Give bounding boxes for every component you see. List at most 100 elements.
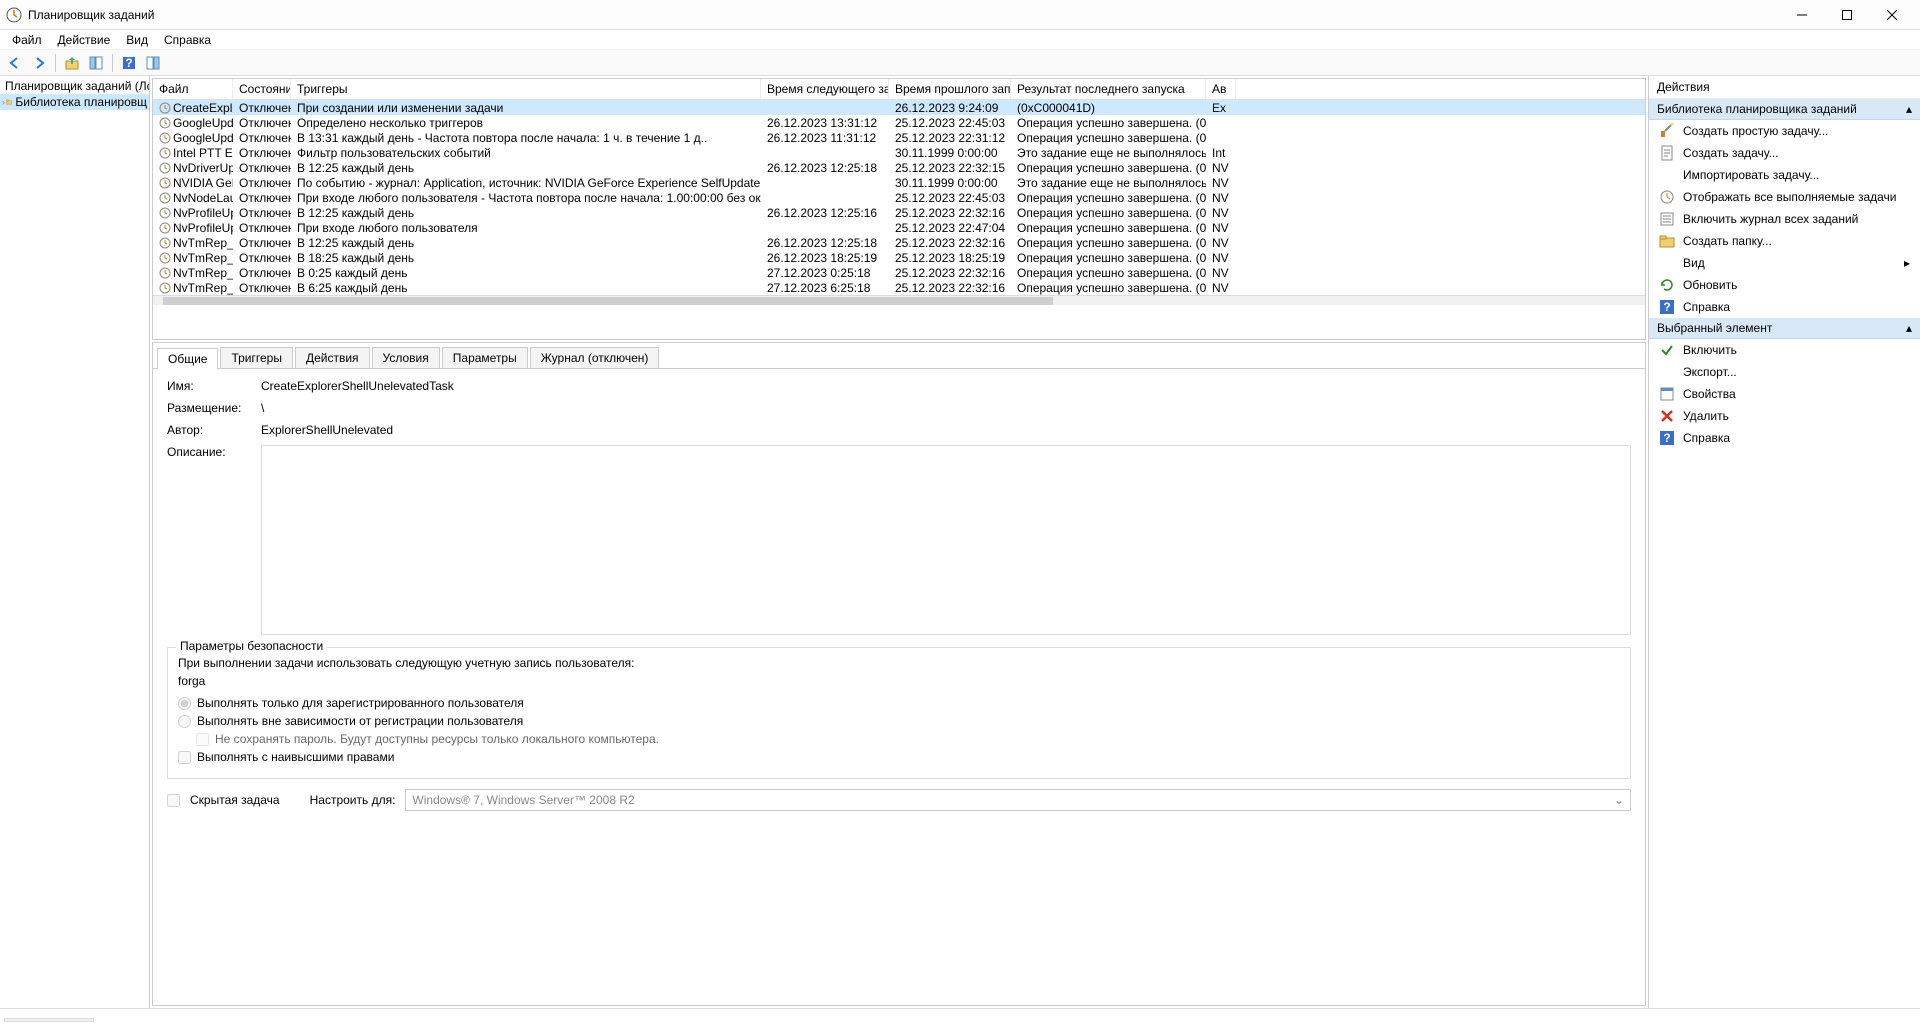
action-item[interactable]: ?Справка [1649, 296, 1920, 318]
col-state[interactable]: Состояние [233, 79, 291, 99]
location-label: Размещение: [167, 401, 261, 415]
task-list[interactable]: Файл Состояние Триггеры Время следующего… [152, 78, 1646, 340]
action-item[interactable]: ?Справка [1649, 427, 1920, 449]
table-row[interactable]: CreateExplor...ОтключеноПри создании или… [153, 100, 1645, 115]
collapse-icon[interactable]: ▴ [1906, 102, 1912, 116]
action-item[interactable]: Экспорт... [1649, 361, 1920, 383]
table-row[interactable]: NvTmRep_C...ОтключеноВ 12:25 каждый день… [153, 235, 1645, 250]
author-value: ExplorerShellUnelevated [261, 423, 1631, 437]
security-line: При выполнении задачи использовать следу… [178, 656, 1620, 670]
tab-general[interactable]: Общие [157, 348, 218, 369]
list-icon [1659, 211, 1675, 227]
table-row[interactable]: NvProfileUp...ОтключеноВ 12:25 каждый де… [153, 205, 1645, 220]
tab-settings[interactable]: Параметры [442, 347, 528, 368]
configure-value: Windows® 7, Windows Server™ 2008 R2 [412, 793, 634, 807]
radio-logged-on-label: Выполнять только для зарегистрированного… [197, 696, 524, 710]
cell-name: GoogleUpda... [153, 116, 233, 130]
horizontal-scrollbar[interactable] [153, 295, 1645, 305]
description-label: Описание: [167, 445, 261, 635]
back-button[interactable] [4, 52, 26, 74]
action-label: Обновить [1683, 278, 1737, 292]
table-row[interactable]: NVIDIA GeF...ОтключеноПо событию - журна… [153, 175, 1645, 190]
col-file[interactable]: Файл [153, 79, 233, 99]
tree-pane[interactable]: Планировщик заданий (Лок › Библиотека пл… [0, 76, 150, 1008]
cell-next: 26.12.2023 12:25:18 [761, 236, 889, 250]
minimize-button[interactable] [1779, 1, 1824, 29]
action-item[interactable]: Свойства [1649, 383, 1920, 405]
col-result[interactable]: Результат последнего запуска [1011, 79, 1206, 99]
table-row[interactable]: NvTmRep_C...ОтключеноВ 0:25 каждый день2… [153, 265, 1645, 280]
cell-trigger: Фильтр пользовательских событий [291, 146, 761, 160]
col-next[interactable]: Время следующего запуска [761, 79, 889, 99]
tree-root[interactable]: Планировщик заданий (Лок [0, 78, 149, 94]
tab-conditions[interactable]: Условия [372, 347, 440, 368]
forward-button[interactable] [28, 52, 50, 74]
table-row[interactable]: NvDriverUp...ОтключеноВ 12:25 каждый ден… [153, 160, 1645, 175]
window-title: Планировщик заданий [28, 8, 1779, 22]
up-button[interactable] [61, 52, 83, 74]
col-last[interactable]: Время прошлого запуска [889, 79, 1011, 99]
collapse-icon[interactable]: ▴ [1906, 321, 1912, 335]
close-button[interactable] [1869, 1, 1914, 29]
action-item[interactable]: Импортировать задачу... [1649, 164, 1920, 186]
menu-view[interactable]: Вид [118, 31, 156, 49]
menu-action[interactable]: Действие [50, 31, 119, 49]
action-label: Справка [1683, 300, 1730, 314]
action-item[interactable]: Удалить [1649, 405, 1920, 427]
action-item[interactable]: Включить журнал всех заданий [1649, 208, 1920, 230]
menubar: Файл Действие Вид Справка [0, 30, 1920, 50]
cell-state: Отключено [233, 221, 291, 235]
cell-trigger: В 13:31 каждый день - Частота повтора по… [291, 131, 761, 145]
cell-result: Операция успешно завершена. (0x0) [1011, 206, 1206, 220]
tab-triggers[interactable]: Триггеры [220, 347, 293, 368]
cell-result: Это задание еще не выполнялось. (0x41303… [1011, 146, 1206, 160]
author-label: Автор: [167, 423, 261, 437]
cell-state: Отключено [233, 131, 291, 145]
col-author[interactable]: Ав [1206, 79, 1236, 99]
table-row[interactable]: NvTmRep_C...ОтключеноВ 18:25 каждый день… [153, 250, 1645, 265]
table-header: Файл Состояние Триггеры Время следующего… [153, 79, 1645, 100]
cell-name: NvTmRep_C... [153, 251, 233, 265]
refresh-icon [1659, 277, 1675, 293]
menu-file[interactable]: Файл [4, 31, 50, 49]
maximize-button[interactable] [1824, 1, 1869, 29]
action-item[interactable]: Создать папку... [1649, 230, 1920, 252]
configure-combo[interactable]: Windows® 7, Windows Server™ 2008 R2⌄ [405, 789, 1631, 811]
table-row[interactable]: NvProfileUp...ОтключеноПри входе любого … [153, 220, 1645, 235]
cell-result: Операция успешно завершена. (0x0) [1011, 116, 1206, 130]
action-item[interactable]: Обновить [1649, 274, 1920, 296]
radio-any [178, 715, 191, 728]
action-pane-button[interactable] [142, 52, 164, 74]
cell-state: Отключено [233, 101, 291, 115]
cell-name: NvTmRep_C... [153, 281, 233, 295]
tab-history[interactable]: Журнал (отключен) [530, 347, 660, 368]
table-row[interactable]: GoogleUpda...ОтключеноВ 13:31 каждый ден… [153, 130, 1645, 145]
action-item[interactable]: Создать простую задачу... [1649, 120, 1920, 142]
action-item[interactable]: Включить [1649, 339, 1920, 361]
action-item[interactable]: Создать задачу... [1649, 142, 1920, 164]
tree-library[interactable]: › Библиотека планировщ [0, 94, 149, 110]
cell-next: 26.12.2023 12:25:18 [761, 161, 889, 175]
action-item[interactable]: Отображать все выполняемые задачи [1649, 186, 1920, 208]
cell-author: NV [1206, 266, 1236, 280]
table-row[interactable]: GoogleUpda...ОтключеноОпределено несколь… [153, 115, 1645, 130]
actions-sel-header[interactable]: Выбранный элемент ▴ [1649, 318, 1920, 339]
actions-pane: Действия Библиотека планировщика заданий… [1648, 76, 1920, 1008]
check-no-password [196, 733, 209, 746]
action-item[interactable]: Вид▸ [1649, 252, 1920, 274]
show-hide-console-button[interactable] [85, 52, 107, 74]
actions-lib-header[interactable]: Библиотека планировщика заданий ▴ [1649, 99, 1920, 120]
cell-result: Операция успешно завершена. (0x0) [1011, 281, 1206, 295]
cell-last: 25.12.2023 22:32:16 [889, 206, 1011, 220]
col-triggers[interactable]: Триггеры [291, 79, 761, 99]
table-row[interactable]: Intel PTT EK ...ОтключеноФильтр пользова… [153, 145, 1645, 160]
table-row[interactable]: NvNodeLau...ОтключеноПри входе любого по… [153, 190, 1645, 205]
toolbar: ? [0, 50, 1920, 76]
help-button[interactable]: ? [118, 52, 140, 74]
security-user: forga [178, 674, 1620, 688]
description-box[interactable] [261, 445, 1631, 635]
table-row[interactable]: NvTmRep_C...ОтключеноВ 6:25 каждый день2… [153, 280, 1645, 295]
menu-help[interactable]: Справка [156, 31, 219, 49]
tab-actions[interactable]: Действия [295, 347, 370, 368]
cell-trigger: При создании или изменении задачи [291, 101, 761, 115]
